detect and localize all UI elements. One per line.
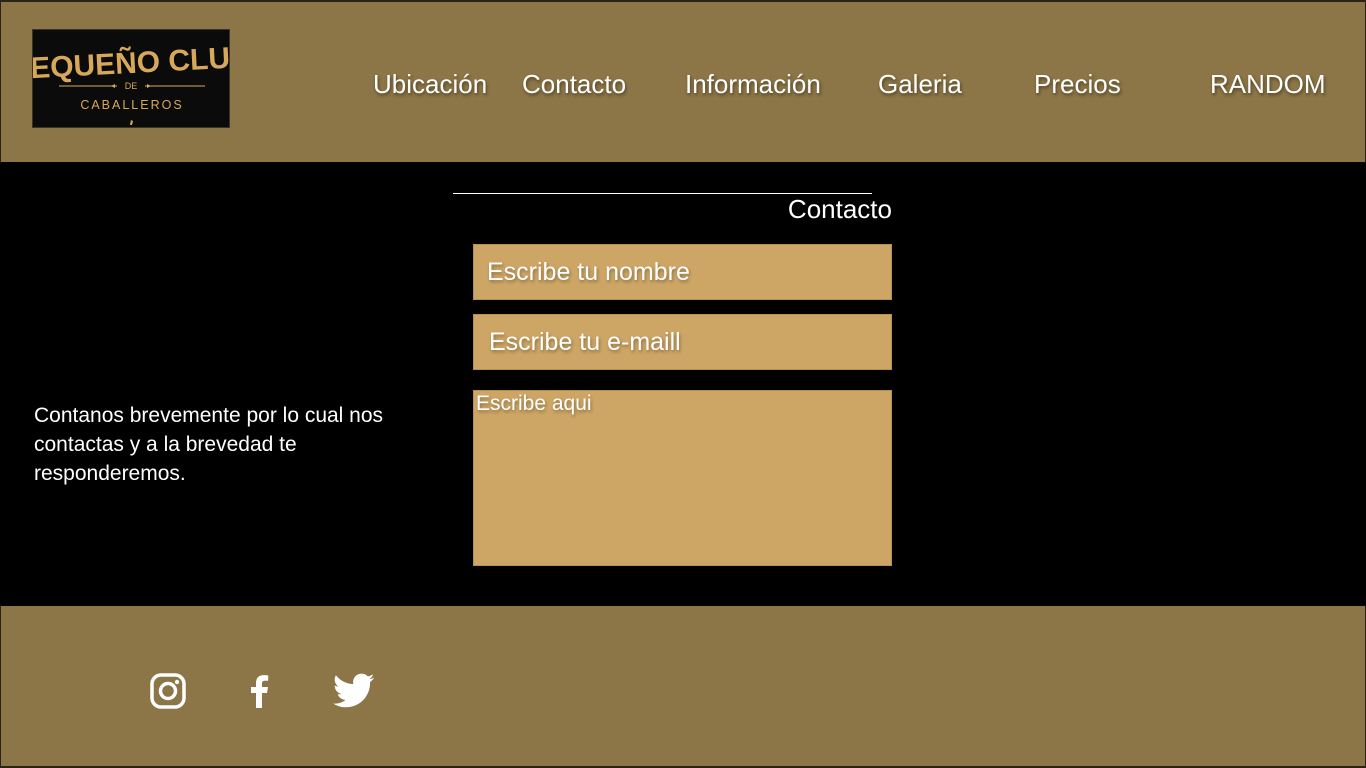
logo-graphic: PEQUEÑO CLUB DE CABALLEROS [33,40,229,125]
email-placeholder: Escribe tu e-maill [489,328,681,356]
nav-contacto[interactable]: Contacto [522,68,626,100]
section-title: Contacto [787,194,892,224]
nav-precios[interactable]: Precios [1034,68,1121,100]
logo-title: PEQUEÑO CLUB [33,40,229,87]
nav-random[interactable]: RANDOM [1210,68,1326,100]
nav-informacion[interactable]: Información [685,68,821,100]
message-placeholder: Escribe aqui [476,392,592,415]
twitter-icon [333,673,375,708]
instagram-link[interactable] [150,672,186,710]
logo-de: DE [125,81,138,91]
nav-ubicacion[interactable]: Ubicación [373,68,487,100]
facebook-icon [251,675,269,708]
twitter-link[interactable] [333,672,375,710]
name-placeholder: Escribe tu nombre [487,258,690,286]
site-header: PEQUEÑO CLUB DE CABALLEROS Ubicación Con… [0,0,1366,162]
facebook-link[interactable] [248,672,270,710]
instagram-icon [150,673,186,709]
brand-logo[interactable]: PEQUEÑO CLUB DE CABALLEROS [32,29,230,128]
name-input[interactable]: Escribe tu nombre [473,244,892,300]
nav-galeria[interactable]: Galeria [878,68,962,100]
message-textarea[interactable]: Escribe aqui [473,390,892,566]
page: PEQUEÑO CLUB DE CABALLEROS Ubicación Con… [0,0,1366,768]
site-footer [0,606,1366,768]
logo-subtitle: CABALLEROS [80,98,183,112]
contact-intro-text: Contanos brevemente por lo cual nos cont… [34,404,384,485]
email-input[interactable]: Escribe tu e-maill [473,314,892,370]
